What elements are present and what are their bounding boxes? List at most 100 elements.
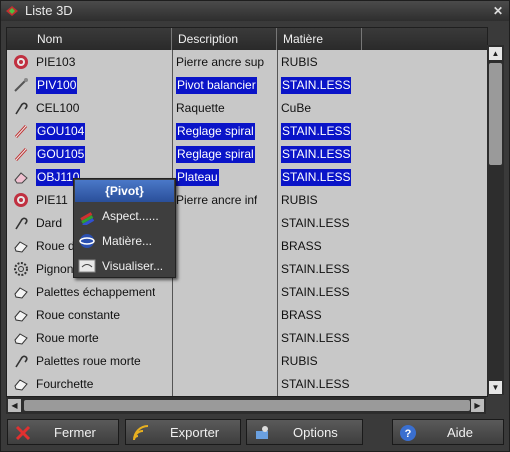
material-sphere-icon — [79, 234, 95, 248]
menu-item-matiere[interactable]: Matière... — [74, 229, 175, 253]
scroll-right-icon[interactable]: ▶ — [471, 399, 484, 412]
table-row[interactable]: GOU105 Reglage spiral STAIN.LESS — [7, 143, 487, 166]
hook-icon — [15, 102, 28, 115]
table-row[interactable]: PIV100 Pivot balancier STAIN.LESS — [7, 74, 487, 97]
row-description: Plateau — [176, 169, 219, 186]
close-x-icon — [15, 425, 31, 441]
menu-item-label: Visualiser... — [102, 259, 164, 273]
svg-text:?: ? — [405, 428, 412, 440]
context-menu: {Pivot} Aspect...... Matière... Visualis… — [73, 178, 176, 278]
menu-item-label: Matière... — [102, 234, 153, 248]
row-name: GOU105 — [36, 146, 86, 163]
part-icon — [14, 287, 28, 299]
table-row[interactable]: Palettes roue morte RUBIS — [7, 350, 487, 373]
table-row[interactable]: Roue constante BRASS — [7, 304, 487, 327]
row-matiere: STAIN.LESS — [281, 146, 352, 163]
row-matiere: STAIN.LESS — [281, 331, 350, 345]
aide-button[interactable]: ? Aide — [392, 419, 504, 445]
vertical-scrollbar[interactable]: ▲ ▼ — [487, 45, 504, 395]
row-matiere: STAIN.LESS — [281, 123, 352, 140]
jewel-icon — [14, 55, 28, 69]
scroll-left-icon[interactable]: ◀ — [8, 399, 21, 412]
close-icon[interactable]: ✕ — [492, 5, 504, 17]
exporter-button[interactable]: Exporter — [125, 419, 241, 445]
app-icon — [6, 6, 18, 16]
row-description: Pierre ancre inf — [176, 193, 258, 207]
exporter-label: Exporter — [170, 425, 220, 440]
row-matiere: STAIN.LESS — [281, 77, 352, 94]
options-label: Options — [293, 425, 338, 440]
menu-item-visualiser[interactable]: Visualiser... — [74, 254, 175, 278]
row-name: PIE103 — [36, 55, 76, 69]
row-matiere: BRASS — [281, 308, 322, 322]
eraser-icon — [14, 172, 28, 184]
options-icon — [256, 426, 268, 439]
horizontal-scrollbar[interactable]: ◀ ▶ — [6, 397, 486, 414]
row-name: PIV100 — [36, 77, 78, 94]
column-header-nom[interactable]: Nom — [7, 28, 172, 50]
column-header-matiere[interactable]: Matière — [277, 28, 362, 50]
column-header-description[interactable]: Description — [172, 28, 277, 50]
fermer-label: Fermer — [54, 425, 96, 440]
row-name: Palettes roue morte — [36, 354, 141, 368]
row-description: Pivot balancier — [176, 77, 257, 94]
part-icon — [14, 333, 28, 345]
row-name: Roue d — [36, 239, 75, 253]
preview-icon — [78, 259, 96, 273]
row-matiere: STAIN.LESS — [281, 285, 350, 299]
export-icon — [133, 425, 149, 441]
row-matiere: STAIN.LESS — [281, 216, 350, 230]
row-name: GOU104 — [36, 123, 86, 140]
row-name: Fourchette — [36, 377, 94, 391]
part-icon — [14, 241, 28, 253]
palette-icon — [80, 212, 95, 225]
row-matiere: CuBe — [281, 101, 312, 115]
fermer-button[interactable]: Fermer — [7, 419, 119, 445]
row-description: Reglage spiral — [176, 146, 255, 163]
row-matiere: STAIN.LESS — [281, 377, 350, 391]
liste-3d-window: Liste 3D ✕ Nom Description Matière PIE10… — [0, 0, 510, 452]
row-name: Roue constante — [36, 308, 121, 322]
table-row[interactable]: Fourchette STAIN.LESS — [7, 373, 487, 396]
horizontal-scroll-thumb[interactable] — [24, 400, 470, 411]
table-row[interactable]: Palettes échappement STAIN.LESS — [7, 281, 487, 304]
options-button[interactable]: Options — [246, 419, 363, 445]
row-matiere: RUBIS — [281, 55, 318, 69]
pin-icon — [14, 124, 28, 139]
scroll-up-icon[interactable]: ▲ — [489, 47, 502, 60]
table-row[interactable]: Roue morte STAIN.LESS — [7, 327, 487, 350]
list-header: Nom Description Matière — [7, 28, 487, 50]
row-matiere: STAIN.LESS — [281, 262, 350, 276]
hook-icon — [15, 217, 28, 230]
row-name: Palettes échappement — [36, 285, 156, 299]
context-menu-header: {Pivot} — [75, 180, 174, 202]
table-row[interactable]: PIE103 Pierre ancre sup RUBIS — [7, 51, 487, 74]
table-row[interactable]: GOU104 Reglage spiral STAIN.LESS — [7, 120, 487, 143]
row-name: Dard — [36, 216, 63, 230]
pivot-icon — [14, 78, 28, 92]
row-description: Reglage spiral — [176, 123, 255, 140]
row-name: CEL100 — [36, 101, 80, 115]
row-name: Roue morte — [36, 331, 99, 345]
part-icon — [14, 310, 28, 322]
vertical-scroll-thumb[interactable] — [489, 63, 502, 165]
row-matiere: BRASS — [281, 239, 322, 253]
pin-icon — [14, 147, 28, 162]
hook-icon — [15, 355, 28, 368]
jewel-icon — [14, 193, 28, 207]
scroll-down-icon[interactable]: ▼ — [489, 381, 502, 394]
aide-label: Aide — [447, 425, 474, 440]
table-row[interactable]: CEL100 Raquette CuBe — [7, 97, 487, 120]
row-description: Pierre ancre sup — [176, 55, 265, 69]
row-matiere: RUBIS — [281, 354, 318, 368]
row-name: Pignon — [36, 262, 74, 276]
help-icon: ? — [400, 425, 416, 441]
title-bar[interactable]: Liste 3D ✕ — [1, 1, 509, 21]
row-matiere: RUBIS — [281, 193, 318, 207]
part-icon — [14, 379, 28, 391]
row-name: PIE11 — [36, 193, 68, 207]
menu-item-aspect[interactable]: Aspect...... — [74, 204, 175, 228]
row-description: Raquette — [176, 101, 225, 115]
menu-item-label: Aspect...... — [102, 209, 159, 223]
window-title: Liste 3D — [25, 3, 73, 18]
